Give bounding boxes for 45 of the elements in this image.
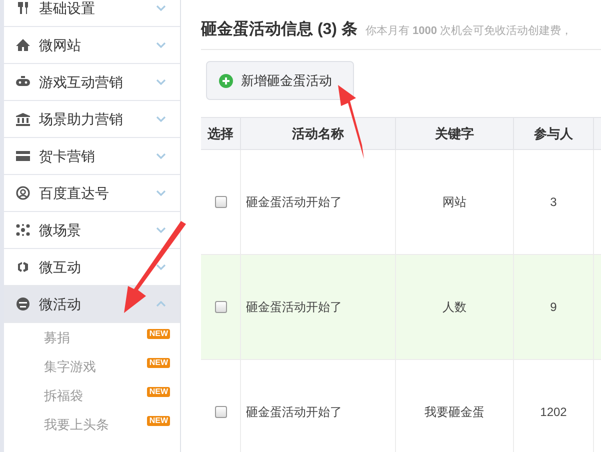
new-badge: NEW bbox=[147, 328, 170, 338]
chevron-icon bbox=[156, 42, 166, 48]
sidebar-item[interactable]: 基础设置 bbox=[4, 0, 180, 27]
sidebar-item[interactable]: 微活动 bbox=[4, 286, 180, 323]
plus-circle-icon bbox=[219, 74, 233, 88]
row-checkbox[interactable] bbox=[214, 196, 226, 208]
chevron-icon bbox=[156, 5, 166, 11]
chevron-icon bbox=[156, 116, 166, 122]
card-icon bbox=[16, 149, 30, 163]
table-cell-text: 砸金蛋活动开始了 bbox=[246, 299, 342, 316]
house-icon bbox=[16, 38, 30, 52]
column-header: 选择 bbox=[201, 118, 241, 149]
table-row[interactable]: 砸金蛋活动开始了 网站 3 bbox=[201, 150, 601, 255]
table-cell-text: 砸金蛋活动开始了 bbox=[246, 194, 342, 211]
new-badge: NEW bbox=[147, 386, 170, 396]
chevron-icon bbox=[156, 79, 166, 85]
column-header: 关键字 bbox=[396, 118, 514, 149]
table-row[interactable]: 砸金蛋活动开始了 人数 9 bbox=[201, 255, 601, 360]
chevron-icon bbox=[156, 301, 166, 307]
gamepad-icon bbox=[16, 75, 30, 89]
chevron-icon bbox=[156, 190, 166, 196]
chevron-icon bbox=[156, 153, 166, 159]
table-cell-text: 我要砸金蛋 bbox=[424, 404, 484, 421]
table-cell-text: 砸金蛋活动开始了 bbox=[246, 404, 342, 421]
new-badge: NEW bbox=[147, 416, 170, 426]
table-cell-text: 3 bbox=[550, 194, 557, 211]
row-checkbox[interactable] bbox=[214, 301, 226, 313]
chain-icon bbox=[16, 260, 30, 274]
user-circle-icon bbox=[16, 186, 30, 200]
table-cell-text: 网站 bbox=[442, 194, 466, 211]
page-title: 砸金蛋活动信息 (3) 条 bbox=[201, 20, 358, 40]
tools-icon bbox=[16, 1, 30, 15]
chevron-icon bbox=[156, 227, 166, 233]
chevron-icon bbox=[156, 264, 166, 270]
new-badge: NEW bbox=[147, 358, 170, 368]
table-cell-text: 1202 bbox=[540, 404, 567, 421]
table-cell-text: 人数 bbox=[442, 299, 466, 316]
face-icon bbox=[16, 297, 30, 311]
column-header: 参与人 bbox=[514, 118, 594, 149]
row-checkbox[interactable] bbox=[214, 406, 226, 418]
dots-icon bbox=[16, 223, 30, 237]
quota-note: 你本月有 1000 次机会可免收活动创建费， bbox=[365, 24, 572, 39]
bank-icon bbox=[16, 112, 30, 126]
table-cell-text: 9 bbox=[550, 299, 557, 316]
add-activity-button[interactable]: 新增砸金蛋活动 bbox=[206, 61, 354, 100]
